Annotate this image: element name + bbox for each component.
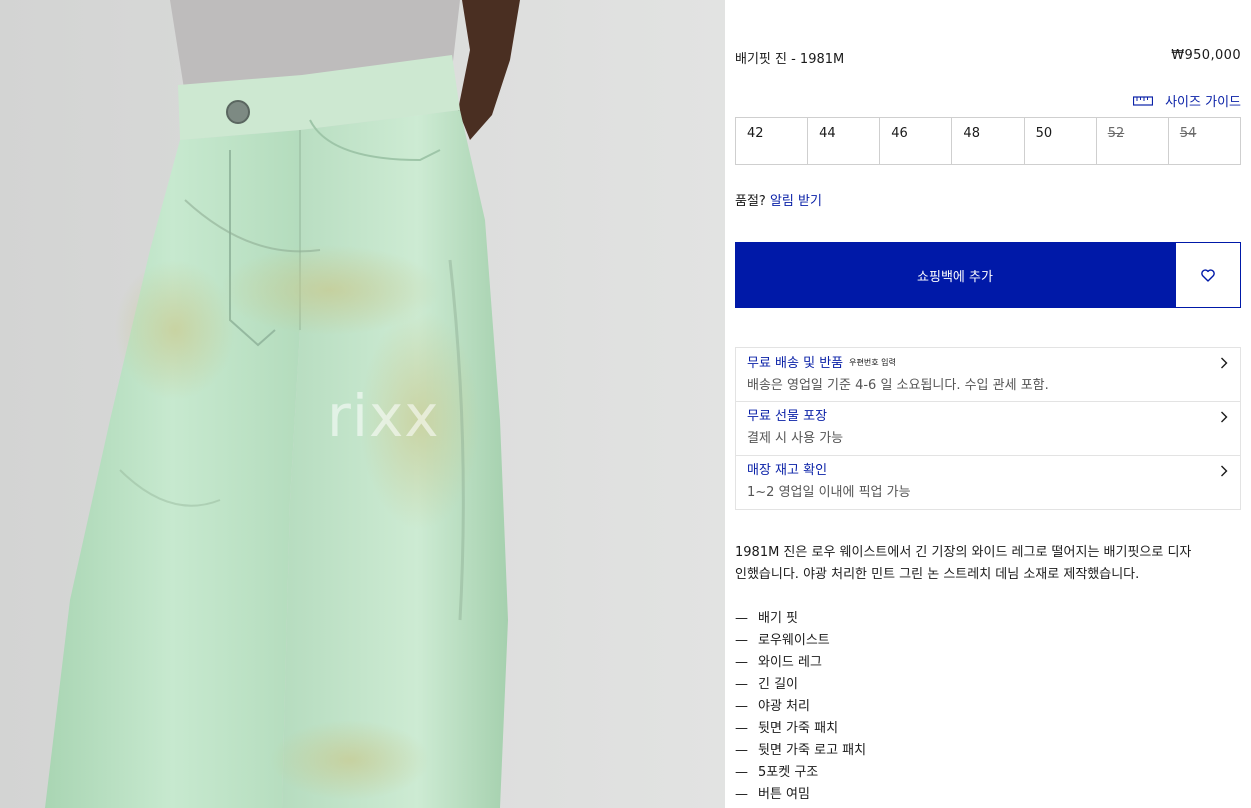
chevron-right-icon — [1221, 411, 1228, 423]
description-line: 1981M 진은 로우 웨이스트에서 긴 기장의 와이드 레그로 떨어지는 배기… — [735, 545, 1192, 560]
product-photo: rixx — [0, 0, 725, 808]
size-option-50[interactable]: 50 — [1024, 118, 1097, 165]
service-free-shipping[interactable]: 무료 배송 및 반품 우편번호 입력 배송은 영업일 기준 4-6 일 소요됩니다… — [736, 348, 1240, 402]
size-option-44[interactable]: 44 — [808, 118, 881, 165]
soldout-notice: 품절? 알림 받기 — [735, 190, 822, 209]
service-store-stock[interactable]: 매장 재고 확인 1~2 영업일 이내에 픽업 가능 — [736, 456, 1240, 509]
description-line: 인했습니다. 야광 처리한 민트 그린 논 스트레치 데님 소재로 제작했습니다… — [735, 567, 1140, 582]
product-details-panel: 배기핏 진 - 1981M ₩950,000 사이즈 가이드 42 44 46 … — [735, 0, 1241, 808]
service-list: 무료 배송 및 반품 우편번호 입력 배송은 영업일 기준 4-6 일 소요됩니다… — [735, 347, 1241, 510]
purchase-actions: 쇼핑백에 추가 — [735, 242, 1241, 308]
product-name: 배기핏 진 - 1981M — [735, 52, 845, 67]
feature-item: — 긴 길이 — [735, 677, 799, 692]
size-guide-link[interactable]: 사이즈 가이드 — [1133, 90, 1241, 110]
feature-item: — 뒷면 가죽 패치 — [735, 721, 839, 736]
feature-item: — 배기 핏 — [735, 611, 799, 626]
notify-me-link[interactable]: 알림 받기 — [770, 194, 822, 209]
chevron-right-icon — [1221, 357, 1228, 369]
feature-item: — 버튼 여밈 — [735, 787, 810, 802]
service-subtitle: 1~2 영업일 이내에 픽업 가능 — [747, 485, 911, 500]
ruler-icon — [1133, 96, 1154, 106]
wishlist-button[interactable] — [1175, 242, 1241, 308]
feature-item: — 뒷면 가죽 로고 패치 — [735, 743, 867, 758]
title-row: 배기핏 진 - 1981M ₩950,000 — [735, 48, 1241, 68]
size-guide-label: 사이즈 가이드 — [1165, 94, 1241, 110]
feature-list: — 배기 핏 — 로우웨이스트 — 와이드 레그 — 긴 길이 — 야광 처리 — 뒷면 가… — [735, 608, 1241, 806]
service-gift-wrap[interactable]: 무료 선물 포장 결제 시 사용 가능 — [736, 402, 1240, 456]
service-subtitle: 결제 시 사용 가능 — [747, 431, 844, 446]
chevron-right-icon — [1221, 465, 1228, 477]
service-subtitle: 배송은 영업일 기준 4-6 일 소요됩니다. 수입 관세 포함. — [747, 378, 1049, 393]
size-selector: 42 44 46 48 50 52 54 — [735, 117, 1241, 165]
size-option-52-soldout: 52 — [1096, 118, 1169, 165]
postcode-tag[interactable]: 우편번호 입력 — [849, 358, 896, 367]
service-title: 매장 재고 확인 — [747, 463, 828, 478]
size-option-46[interactable]: 46 — [880, 118, 953, 165]
feature-item: —5포켓 구조 — [735, 765, 819, 780]
size-option-42[interactable]: 42 — [736, 118, 809, 165]
add-to-bag-button[interactable]: 쇼핑백에 추가 — [735, 242, 1175, 308]
watermark-text: rixx — [327, 382, 440, 450]
feature-item: — 와이드 레그 — [735, 655, 822, 670]
service-title: 무료 선물 포장 — [747, 409, 828, 424]
feature-item: — 로우웨이스트 — [735, 633, 830, 648]
heart-icon — [1201, 268, 1215, 282]
feature-item: — 야광 처리 — [735, 699, 810, 714]
size-option-54-soldout: 54 — [1168, 118, 1241, 165]
size-option-48[interactable]: 48 — [952, 118, 1025, 165]
soldout-prefix: 품절? — [735, 194, 766, 209]
product-description: 1981M 진은 로우 웨이스트에서 긴 기장의 와이드 레그로 떨어지는 배기… — [735, 542, 1241, 586]
product-page: rixx 배기핏 진 - 1981M ₩950,000 사이즈 가이드 42 4… — [0, 0, 1251, 808]
product-price: ₩950,000 — [1171, 48, 1241, 63]
service-title: 무료 배송 및 반품 우편번호 입력 — [747, 356, 896, 371]
